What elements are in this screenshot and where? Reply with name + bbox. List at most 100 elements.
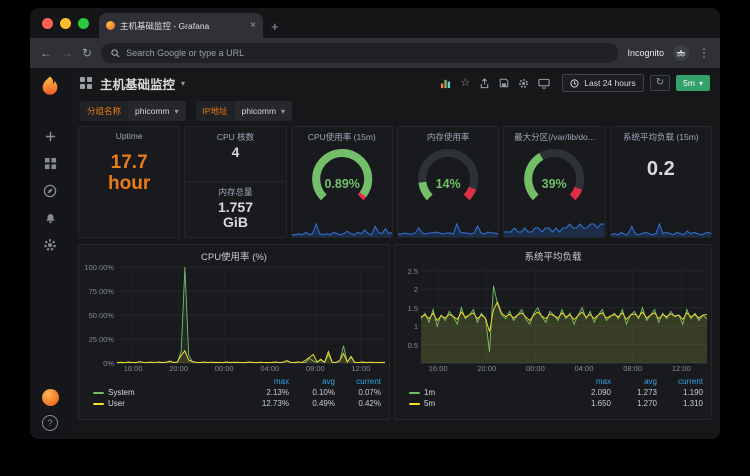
x-axis-tick: 20:00 xyxy=(169,364,189,373)
panel-title: Uptime xyxy=(115,131,143,141)
y-axis-tick: 25.00% xyxy=(88,335,114,344)
refresh-interval-picker[interactable]: 5m ▾ xyxy=(676,75,710,91)
clock-icon xyxy=(570,78,579,88)
legend-column-avg[interactable]: avg xyxy=(289,377,335,386)
browser-window: 主机基础监控 - Grafana × + ← → ↻ Search Google… xyxy=(30,8,720,439)
x-axis-tick: 08:00 xyxy=(305,364,325,373)
series-color-swatch xyxy=(93,402,104,405)
chevron-down-icon: ▾ xyxy=(281,106,286,116)
zoom-window-button[interactable] xyxy=(78,17,89,29)
legend-stat-value: 2.13% xyxy=(266,388,289,397)
dashboard-settings-icon[interactable] xyxy=(518,78,529,89)
sidebar-configuration-icon[interactable] xyxy=(43,237,58,252)
legend-stat-value: 1.310 xyxy=(682,399,703,408)
y-axis-tick: 0% xyxy=(103,359,114,368)
panel-memory-usage-gauge[interactable]: 内存使用率 14% xyxy=(397,126,500,238)
x-axis: 16:00 20:00 00:00 04:00 08:00 12:00 xyxy=(421,363,707,375)
svg-text:0.89%: 0.89% xyxy=(324,177,359,191)
refresh-interval-value: 5m xyxy=(683,78,695,88)
incognito-icon xyxy=(673,45,689,61)
subpanel-memory-total: 内存总量 1.757 GiB xyxy=(185,182,285,237)
variable-group-name: 分组名称 phicomm ▾ xyxy=(80,101,186,121)
panel-disk-usage-gauge[interactable]: 最大分区(/var/lib/do... 39% xyxy=(503,126,606,238)
panel-cpu-memory[interactable]: CPU 核数 4 内存总量 1.757 GiB xyxy=(184,126,287,238)
help-icon[interactable]: ? xyxy=(42,415,58,431)
panel-title: CPU使用率 (15m) xyxy=(307,132,376,142)
x-axis-tick: 08:00 xyxy=(623,364,643,373)
x-axis-tick: 20:00 xyxy=(477,364,497,373)
tab-close-icon[interactable]: × xyxy=(250,20,256,31)
reload-icon[interactable]: ↻ xyxy=(82,47,92,59)
legend-series-name[interactable]: User xyxy=(108,399,125,408)
dashboard-title[interactable]: 主机基础监控 xyxy=(100,74,175,93)
refresh-icon[interactable]: ↻ xyxy=(649,75,671,91)
legend-column-avg[interactable]: avg xyxy=(611,377,657,386)
svg-text:14%: 14% xyxy=(436,177,461,191)
x-axis-tick: 12:00 xyxy=(351,364,371,373)
variable-value-dropdown[interactable]: phicomm ▾ xyxy=(234,101,293,121)
user-avatar[interactable] xyxy=(41,389,59,406)
browser-menu-icon[interactable]: ⋮ xyxy=(698,47,710,59)
y-axis-tick: 50.00% xyxy=(88,311,114,320)
charts-row: CPU使用率 (%) 100.00% 75.00% 50.00% 25.00% 0% 1… xyxy=(78,244,712,420)
panel-load-15m[interactable]: 系统平均负载 (15m) 0.2 xyxy=(609,126,712,238)
legend-column-current[interactable]: current xyxy=(335,377,381,386)
panel-cpu-usage-chart[interactable]: CPU使用率 (%) 100.00% 75.00% 50.00% 25.00% 0% 1… xyxy=(78,244,390,420)
y-axis-tick: 75.00% xyxy=(88,287,114,296)
forward-icon[interactable]: → xyxy=(61,47,73,59)
legend-row: User 12.73% 0.49% 0.42% xyxy=(93,398,381,409)
share-icon[interactable] xyxy=(479,77,490,89)
minimize-window-button[interactable] xyxy=(60,17,71,29)
save-icon[interactable] xyxy=(499,78,509,88)
cycle-view-icon[interactable] xyxy=(538,78,550,89)
legend-series-name[interactable]: 5m xyxy=(424,399,435,408)
series-color-swatch xyxy=(409,402,420,405)
grafana-logo-icon[interactable] xyxy=(39,75,61,97)
panel-title: 系统平均负载 (15m) xyxy=(623,132,699,142)
sidebar-alerting-icon[interactable] xyxy=(43,210,58,225)
legend-stat-value: 1.273 xyxy=(636,388,657,397)
chart-title: 系统平均负载 xyxy=(524,252,582,263)
subpanel-cpu-cores: CPU 核数 4 xyxy=(185,127,286,182)
add-panel-icon[interactable] xyxy=(440,78,451,89)
legend-column-current[interactable]: current xyxy=(657,377,703,386)
load-plot xyxy=(420,267,708,364)
new-tab-button[interactable]: + xyxy=(271,19,279,34)
legend-stat-value: 1.190 xyxy=(682,388,703,397)
address-placeholder: Search Google or type a URL xyxy=(126,48,245,58)
dashboard-grid-icon xyxy=(80,77,92,89)
memory-usage-gauge: 14% xyxy=(418,149,479,201)
legend-column-max[interactable]: max xyxy=(565,377,611,386)
legend-stat-value: 0.49% xyxy=(312,399,335,408)
y-axis-tick: 1 xyxy=(413,322,418,332)
panel-load-chart[interactable]: 系统平均负载 2.5 2 1.5 1 0.5 16:00 20:00 00:00 04:00 0… xyxy=(394,244,712,420)
grafana-app: ? 主机基础监控 ▾ ☆ Last 24 hours ↻ 5m ▾ 分组名称 p… xyxy=(30,68,720,439)
chevron-down-icon: ▾ xyxy=(174,106,179,116)
chart-legend: max avg current System 2.13% 0.10% 0.07% User 12… xyxy=(79,375,389,409)
incognito-label: Incognito xyxy=(627,48,664,58)
cpu-usage-gauge: 0.89% xyxy=(311,149,372,201)
time-range-picker[interactable]: Last 24 hours xyxy=(562,74,644,92)
y-axis-tick: 1.5 xyxy=(407,303,418,313)
grafana-favicon-icon xyxy=(106,21,115,30)
tab-title: 主机基础监控 - Grafana xyxy=(120,20,210,31)
dashboard-title-caret-icon[interactable]: ▾ xyxy=(181,79,185,88)
panel-title: 最大分区(/var/lib/do... xyxy=(514,132,595,142)
variable-value-dropdown[interactable]: phicomm ▾ xyxy=(128,101,186,121)
legend-series-name[interactable]: System xyxy=(108,388,135,397)
panel-cpu-usage-gauge[interactable]: CPU使用率 (15m) 0.89% xyxy=(290,126,393,238)
refresh-interval-caret-icon: ▾ xyxy=(698,78,703,88)
sidebar-dashboards-icon[interactable] xyxy=(43,156,58,171)
legend-column-max[interactable]: max xyxy=(243,377,289,386)
back-icon[interactable]: ← xyxy=(40,47,52,59)
close-window-button[interactable] xyxy=(42,17,53,29)
panel-uptime[interactable]: Uptime 17.7 hour xyxy=(78,126,181,238)
legend-series-name[interactable]: 1m xyxy=(424,388,435,397)
sidebar-explore-icon[interactable] xyxy=(43,183,58,198)
cpu-usage-plot xyxy=(116,266,386,364)
browser-tab[interactable]: 主机基础监控 - Grafana × xyxy=(99,13,263,38)
sidebar-create-icon[interactable] xyxy=(43,129,58,144)
star-icon[interactable]: ☆ xyxy=(460,77,470,89)
chart-legend: max avg current 1m 2.090 1.273 1.190 5m 1.650 1.2… xyxy=(395,375,711,409)
address-bar[interactable]: Search Google or type a URL xyxy=(101,43,619,63)
